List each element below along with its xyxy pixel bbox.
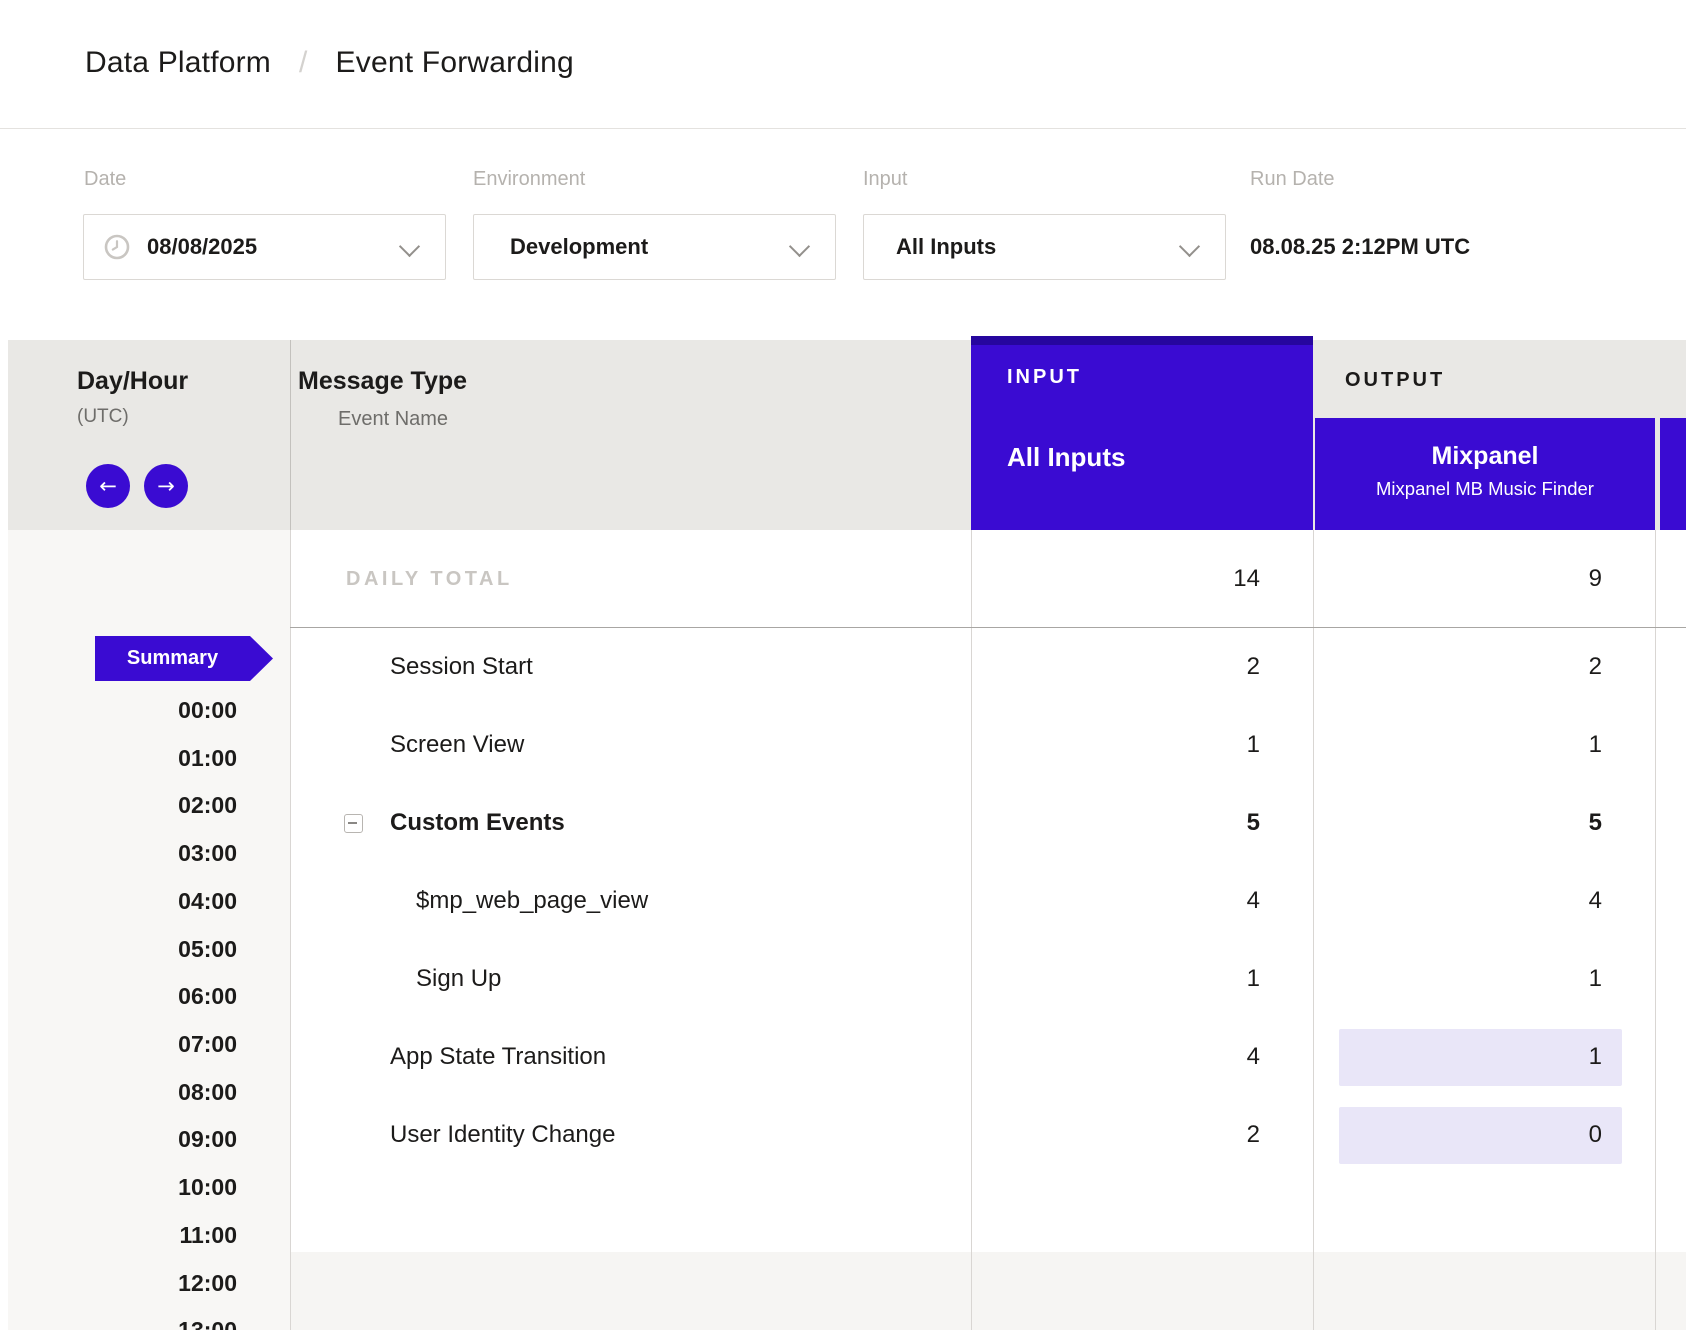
next-output-column-partial[interactable] xyxy=(1660,418,1686,530)
arrow-left-icon: ← xyxy=(99,474,117,498)
daily-total-input: 14 xyxy=(971,530,1260,628)
selected-column-strip xyxy=(971,336,1313,345)
input-dropdown[interactable]: All Inputs xyxy=(863,214,1226,280)
message-type-title: Message Type xyxy=(298,367,467,396)
event-name: Custom Events xyxy=(390,784,565,862)
table-row: User Identity Change 20 xyxy=(0,1096,1686,1174)
event-name: $mp_web_page_view xyxy=(416,862,648,940)
hour-label[interactable]: 10:00 xyxy=(8,1163,237,1211)
output-group-label: OUTPUT xyxy=(1345,369,1445,392)
input-column-header[interactable]: INPUT All Inputs xyxy=(971,336,1313,530)
chevron-down-icon xyxy=(789,236,810,257)
output-column-name: Mixpanel xyxy=(1315,442,1655,471)
hour-label[interactable]: 06:00 xyxy=(8,972,237,1020)
input-count: 2 xyxy=(971,628,1260,706)
environment-value: Development xyxy=(510,234,648,260)
breadcrumb-separator: / xyxy=(299,46,308,80)
output-column-subtitle: Mixpanel MB Music Finder xyxy=(1315,478,1655,500)
event-name: User Identity Change xyxy=(390,1096,615,1174)
date-dropdown[interactable]: 08/08/2025 xyxy=(83,214,446,280)
input-count: 4 xyxy=(971,1018,1260,1096)
environment-dropdown[interactable]: Development xyxy=(473,214,836,280)
hour-label[interactable]: 13:00 xyxy=(8,1306,237,1330)
input-filter-label: Input xyxy=(863,168,907,191)
day-hour-title: Day/Hour xyxy=(77,367,188,396)
date-filter-label: Date xyxy=(84,168,126,191)
date-value: 08/08/2025 xyxy=(147,234,257,260)
hour-label[interactable]: 04:00 xyxy=(8,877,237,925)
hour-label[interactable]: 02:00 xyxy=(8,781,237,829)
next-day-button[interactable]: → xyxy=(144,464,188,508)
output-count: 2 xyxy=(1313,628,1602,706)
run-date-value: 08.08.25 2:12PM UTC xyxy=(1250,214,1470,280)
input-column-name: All Inputs xyxy=(1007,442,1125,473)
collapse-minus-icon[interactable] xyxy=(344,814,363,833)
clock-icon xyxy=(104,234,130,260)
input-count: 2 xyxy=(971,1096,1260,1174)
arrow-right-icon: → xyxy=(157,474,175,498)
input-count: 4 xyxy=(971,862,1260,940)
environment-filter-label: Environment xyxy=(473,168,585,191)
event-name: Screen View xyxy=(390,706,524,784)
daily-total-output: 9 xyxy=(1313,530,1602,628)
table-row: App State Transition 41 xyxy=(0,1018,1686,1096)
output-count: 5 xyxy=(1313,784,1602,862)
hour-label[interactable]: 05:00 xyxy=(8,925,237,973)
hour-label[interactable]: 08:00 xyxy=(8,1068,237,1116)
event-name-subtitle: Event Name xyxy=(338,408,448,431)
event-name: Sign Up xyxy=(416,940,501,1018)
hour-label[interactable]: 07:00 xyxy=(8,1020,237,1068)
daily-total-label: DAILY TOTAL xyxy=(346,530,513,628)
input-count: 1 xyxy=(971,940,1260,1018)
hour-label[interactable]: 09:00 xyxy=(8,1115,237,1163)
input-group-label: INPUT xyxy=(1007,366,1082,389)
input-value: All Inputs xyxy=(896,234,996,260)
table-row: Screen View 11 xyxy=(0,706,1686,784)
day-hour-subtitle: (UTC) xyxy=(77,406,129,428)
table-row: Custom Events 55 xyxy=(0,784,1686,862)
breadcrumb: Data Platform / Event Forwarding xyxy=(85,0,574,126)
input-count: 5 xyxy=(971,784,1260,862)
run-date-label: Run Date xyxy=(1250,168,1335,191)
hour-label[interactable]: 11:00 xyxy=(8,1211,237,1259)
event-name: Session Start xyxy=(390,628,533,706)
page-title: Event Forwarding xyxy=(336,46,574,80)
hour-label[interactable]: 01:00 xyxy=(8,734,237,782)
input-count: 1 xyxy=(971,706,1260,784)
hour-label[interactable]: 03:00 xyxy=(8,829,237,877)
header-column-divider xyxy=(290,340,291,530)
chevron-down-icon xyxy=(1179,236,1200,257)
prev-day-button[interactable]: ← xyxy=(86,464,130,508)
output-column-header[interactable]: Mixpanel Mixpanel MB Music Finder xyxy=(1315,418,1655,530)
table-footer-area xyxy=(290,1252,1686,1330)
chevron-down-icon xyxy=(399,236,420,257)
hour-label[interactable]: 12:00 xyxy=(8,1259,237,1307)
event-name: App State Transition xyxy=(390,1018,606,1096)
breadcrumb-section[interactable]: Data Platform xyxy=(85,46,271,80)
hour-label[interactable]: 00:00 xyxy=(8,686,237,734)
table-row: Sign Up 11 xyxy=(0,940,1686,1018)
summary-row-tag[interactable]: Summary xyxy=(95,636,273,681)
output-count: 1 xyxy=(1313,1018,1602,1096)
output-count: 4 xyxy=(1313,862,1602,940)
table-row: $mp_web_page_view 44 xyxy=(0,862,1686,940)
header-divider xyxy=(0,128,1686,129)
event-forwarding-page: Data Platform / Event Forwarding Date En… xyxy=(0,0,1686,1330)
output-count: 1 xyxy=(1313,940,1602,1018)
output-count: 1 xyxy=(1313,706,1602,784)
output-count: 0 xyxy=(1313,1096,1602,1174)
